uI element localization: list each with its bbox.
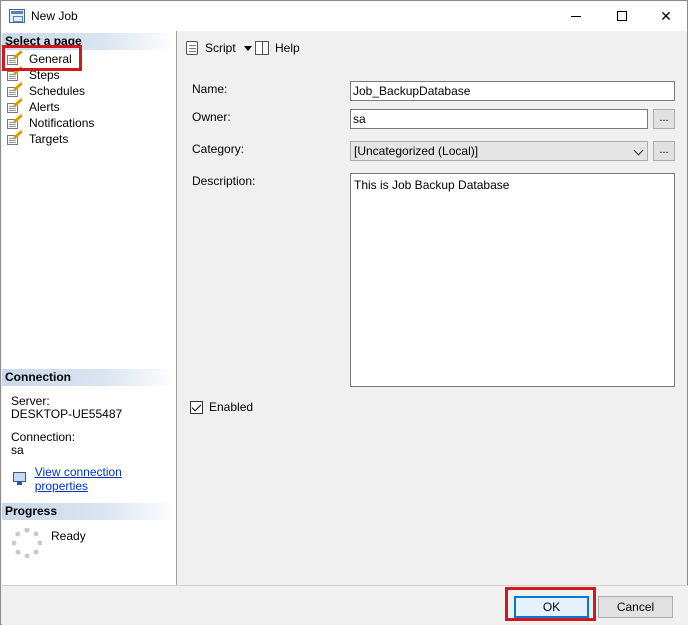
chevron-down-icon (633, 145, 644, 156)
help-button[interactable]: Help (255, 41, 300, 55)
category-browse-button[interactable]: ... (653, 141, 675, 161)
page-item-schedules[interactable]: Schedules (5, 81, 94, 99)
left-pane: Select a page General Steps Schedules Al… (2, 31, 177, 585)
minimize-button[interactable] (553, 1, 599, 31)
page-item-notifications[interactable]: Notifications (5, 113, 95, 131)
owner-label: Owner: (192, 110, 231, 124)
script-button[interactable]: Script (185, 41, 252, 55)
new-job-dialog: New Job ✕ Select a page General Steps Sc… (0, 0, 688, 625)
progress-spinner-icon (12, 528, 42, 558)
connection-header: Connection (2, 369, 176, 386)
help-icon (255, 41, 271, 55)
window-title: New Job (31, 9, 78, 23)
maximize-icon (617, 11, 627, 21)
help-label: Help (275, 41, 300, 55)
toolbar: Script Help (178, 31, 687, 65)
server-value: DESKTOP-UE55487 (11, 407, 123, 421)
connection-value: sa (11, 443, 24, 457)
connection-properties-icon (11, 472, 29, 486)
title-bar: New Job ✕ (1, 1, 687, 31)
owner-browse-button[interactable]: ... (653, 109, 675, 129)
page-item-label: Schedules (29, 84, 86, 98)
script-dropdown-icon[interactable] (243, 45, 252, 51)
ok-highlight-annotation (505, 587, 596, 621)
view-connection-properties-link[interactable]: View connection properties (11, 465, 176, 493)
script-icon (185, 41, 201, 55)
close-button[interactable]: ✕ (643, 1, 688, 31)
general-highlight-annotation (2, 45, 82, 71)
category-select[interactable]: [Uncategorized (Local)] (350, 141, 648, 161)
general-form: Name: Job_BackupDatabase Owner: sa ... C… (178, 65, 687, 585)
enabled-label: Enabled (209, 400, 254, 414)
script-label: Script (205, 41, 236, 55)
page-icon (7, 129, 23, 146)
app-icon (9, 9, 25, 23)
owner-field[interactable]: sa (350, 109, 648, 129)
page-item-label: Targets (29, 132, 69, 146)
page-item-alerts[interactable]: Alerts (5, 97, 94, 115)
category-label: Category: (192, 142, 245, 156)
progress-status: Ready (51, 529, 86, 543)
close-icon: ✕ (660, 7, 672, 24)
enabled-checkbox[interactable] (190, 401, 203, 414)
minimize-icon (571, 15, 581, 17)
cancel-button[interactable]: Cancel (598, 596, 673, 618)
description-label: Description: (192, 174, 256, 188)
connection-info: Connection: sa (11, 431, 75, 457)
page-item-label: Alerts (29, 100, 60, 114)
page-icon (7, 81, 23, 98)
category-selected-value: [Uncategorized (Local)] (354, 144, 479, 158)
name-label: Name: (192, 82, 228, 96)
server-info: Server: DESKTOP-UE55487 (11, 395, 122, 421)
name-field[interactable]: Job_BackupDatabase (350, 81, 675, 101)
page-icon (7, 113, 23, 130)
description-field[interactable]: This is Job Backup Database (350, 173, 675, 387)
view-connection-properties-text[interactable]: View connection properties (35, 465, 176, 493)
page-item-targets[interactable]: Targets (5, 129, 94, 147)
page-icon (7, 97, 23, 114)
maximize-button[interactable] (599, 1, 645, 31)
progress-header: Progress (2, 503, 176, 520)
page-item-label: Notifications (29, 116, 95, 130)
